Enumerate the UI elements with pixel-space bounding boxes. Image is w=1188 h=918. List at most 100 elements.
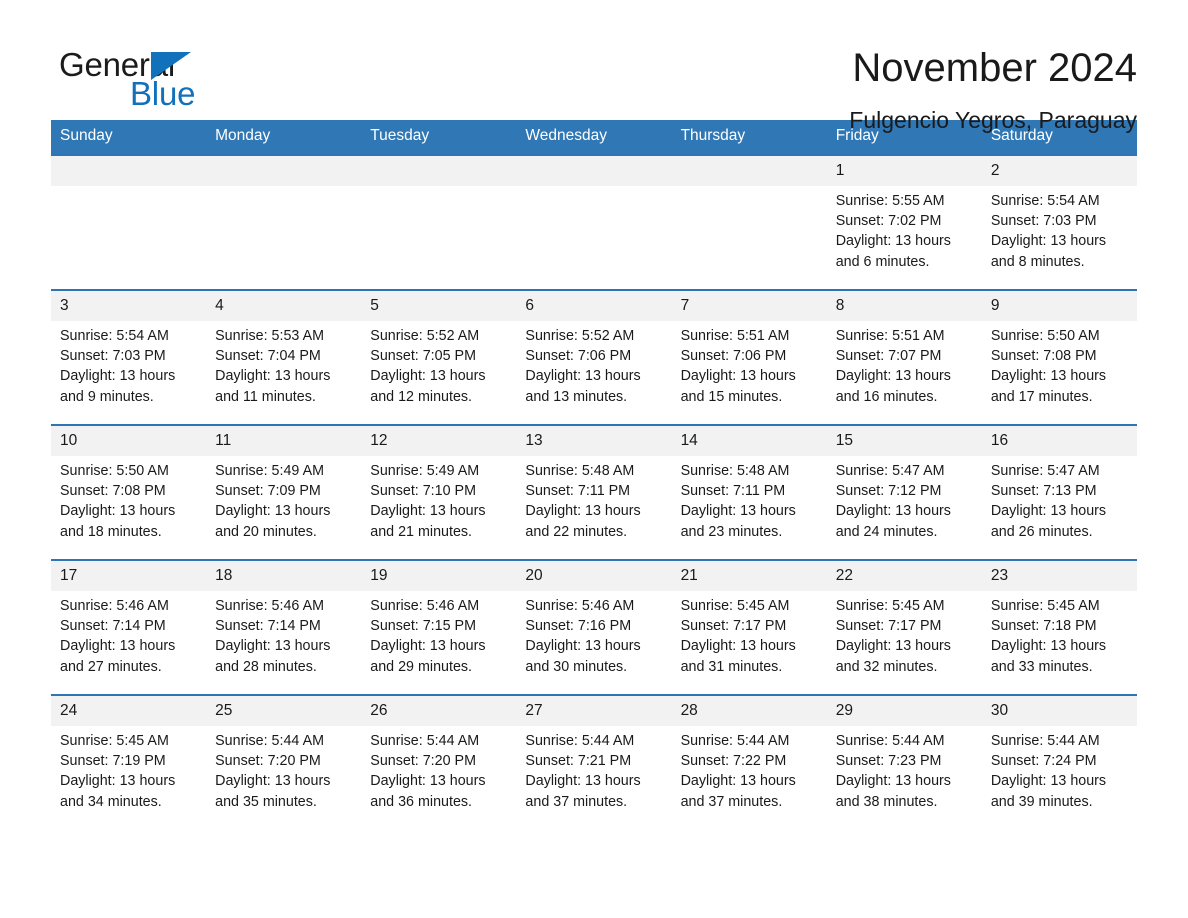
day-detail-line: Sunset: 7:22 PM [680, 753, 787, 770]
day-detail-line: Daylight: 13 hours [990, 638, 1107, 655]
calendar-day-cell[interactable]: 16 Sunrise: 5:47 AM Sunset: 7:13 PM Dayligh… [981, 423, 1137, 560]
calendar-day-cell[interactable]: 9 Sunrise: 5:50 AM Sunset: 7:08 PM Daylight… [981, 288, 1137, 425]
day-detail-line: Sunset: 7:06 PM [680, 348, 787, 365]
calendar-day-cell[interactable]: 28 Sunrise: 5:44 AM Sunset: 7:22 PM Dayligh… [671, 693, 827, 830]
calendar-day-cell[interactable]: 7 Sunrise: 5:51 AM Sunset: 7:06 PM Daylight… [671, 288, 827, 425]
day-detail-line: Sunset: 7:19 PM [60, 753, 166, 770]
day-detail-line: and 26 minutes. [990, 523, 1093, 540]
day-details: Sunrise: 5:46 AM Sunset: 7:16 PM Daylight:… [516, 591, 671, 677]
calendar-day-cell[interactable]: 11 Sunrise: 5:49 AM Sunset: 7:09 PM Dayligh… [206, 423, 362, 560]
day-detail-line: Daylight: 13 hours [60, 503, 176, 520]
day-detail-line: and 13 minutes. [525, 388, 628, 405]
calendar-day-cell[interactable]: 27 Sunrise: 5:44 AM Sunset: 7:21 PM Dayligh… [516, 693, 672, 830]
calendar-day-cell[interactable]: 18 Sunrise: 5:46 AM Sunset: 7:14 PM Dayligh… [206, 558, 362, 695]
day-detail-line: Sunset: 7:06 PM [525, 348, 632, 365]
calendar-day-cell[interactable]: 12 Sunrise: 5:49 AM Sunset: 7:10 PM Dayligh… [361, 423, 517, 560]
day-number: 10 [51, 425, 207, 456]
day-detail-line: Sunrise: 5:50 AM [990, 327, 1100, 344]
day-detail-line: Daylight: 13 hours [835, 503, 951, 520]
calendar-page: General Blue November 2024 Fulgencio Yeg… [0, 0, 1188, 918]
day-detail-line: Daylight: 13 hours [990, 368, 1107, 385]
calendar-day-cell[interactable]: 4 Sunrise: 5:53 AM Sunset: 7:04 PM Daylight… [206, 288, 362, 425]
day-number: 25 [206, 695, 362, 726]
day-detail-line: Daylight: 13 hours [215, 503, 331, 520]
calendar-day-cell[interactable]: 26 Sunrise: 5:44 AM Sunset: 7:20 PM Dayligh… [361, 693, 517, 830]
day-number: 6 [516, 290, 672, 321]
day-number: 14 [671, 425, 827, 456]
calendar-day-cell[interactable]: 15 Sunrise: 5:47 AM Sunset: 7:12 PM Dayligh… [826, 423, 982, 560]
day-number: 2 [981, 155, 1137, 186]
day-detail-line: Sunset: 7:11 PM [525, 483, 631, 500]
calendar-empty-cell [206, 153, 362, 290]
day-details: Sunrise: 5:46 AM Sunset: 7:14 PM Daylight:… [51, 591, 206, 677]
day-number: 11 [206, 425, 362, 456]
day-detail-line: Sunset: 7:12 PM [835, 483, 942, 500]
day-detail-line: and 31 minutes. [680, 658, 783, 675]
calendar-day-cell[interactable]: 10 Sunrise: 5:50 AM Sunset: 7:08 PM Dayligh… [51, 423, 207, 560]
day-detail-line: and 23 minutes. [680, 523, 783, 540]
day-detail-line: Sunset: 7:05 PM [370, 348, 476, 365]
day-detail-line: Sunrise: 5:46 AM [215, 597, 325, 614]
general-blue-logo[interactable]: General Blue [51, 44, 251, 116]
calendar-day-cell[interactable]: 13 Sunrise: 5:48 AM Sunset: 7:11 PM Dayligh… [516, 423, 672, 560]
day-details: Sunrise: 5:49 AM Sunset: 7:10 PM Daylight:… [361, 456, 516, 542]
day-detail-line: Sunrise: 5:49 AM [215, 462, 325, 479]
calendar-empty-cell [516, 153, 672, 290]
calendar-day-cell[interactable]: 29 Sunrise: 5:44 AM Sunset: 7:23 PM Dayligh… [826, 693, 982, 830]
day-detail-line: Sunrise: 5:44 AM [990, 732, 1100, 749]
day-detail-line: Sunrise: 5:47 AM [835, 462, 945, 479]
weekday-header-monday: Monday [206, 120, 362, 155]
calendar-day-cell[interactable]: 5 Sunrise: 5:52 AM Sunset: 7:05 PM Daylight… [361, 288, 517, 425]
calendar-day-cell[interactable]: 1 Sunrise: 5:55 AM Sunset: 7:02 PM Daylight… [826, 153, 982, 290]
day-details: Sunrise: 5:44 AM Sunset: 7:20 PM Daylight:… [361, 726, 516, 812]
calendar-day-cell[interactable]: 23 Sunrise: 5:45 AM Sunset: 7:18 PM Dayligh… [981, 558, 1137, 695]
calendar-day-cell[interactable]: 25 Sunrise: 5:44 AM Sunset: 7:20 PM Dayligh… [206, 693, 362, 830]
calendar-day-cell[interactable]: 22 Sunrise: 5:45 AM Sunset: 7:17 PM Dayligh… [826, 558, 982, 695]
day-detail-line: Sunset: 7:23 PM [835, 753, 942, 770]
calendar-week-row: 24 Sunrise: 5:45 AM Sunset: 7:19 PM Dayligh… [51, 693, 1137, 830]
day-detail-line: Sunrise: 5:48 AM [680, 462, 790, 479]
calendar-day-cell[interactable]: 17 Sunrise: 5:46 AM Sunset: 7:14 PM Dayligh… [51, 558, 207, 695]
calendar-day-cell[interactable]: 14 Sunrise: 5:48 AM Sunset: 7:11 PM Dayligh… [671, 423, 827, 560]
calendar-day-cell[interactable]: 19 Sunrise: 5:46 AM Sunset: 7:15 PM Dayligh… [361, 558, 517, 695]
day-detail-line: Daylight: 13 hours [370, 773, 486, 790]
logo-text-blue: Blue [130, 75, 196, 112]
day-number: 16 [981, 425, 1137, 456]
day-detail-line: Sunset: 7:10 PM [370, 483, 476, 500]
title-block: November 2024 Fulgencio Yegros, Paraguay [849, 44, 1137, 134]
day-number [516, 155, 672, 186]
calendar-day-cell[interactable]: 8 Sunrise: 5:51 AM Sunset: 7:07 PM Daylight… [826, 288, 982, 425]
calendar-day-cell[interactable]: 21 Sunrise: 5:45 AM Sunset: 7:17 PM Dayligh… [671, 558, 827, 695]
day-detail-line: Daylight: 13 hours [525, 368, 641, 385]
day-details: Sunrise: 5:55 AM Sunset: 7:02 PM Daylight:… [827, 186, 982, 272]
day-detail-line: Sunrise: 5:52 AM [525, 327, 635, 344]
day-detail-line: Sunrise: 5:53 AM [215, 327, 325, 344]
day-detail-line: Sunrise: 5:51 AM [680, 327, 790, 344]
calendar-day-cell[interactable]: 20 Sunrise: 5:46 AM Sunset: 7:16 PM Dayligh… [516, 558, 672, 695]
calendar-day-cell[interactable]: 6 Sunrise: 5:52 AM Sunset: 7:06 PM Daylight… [516, 288, 672, 425]
day-detail-line: Sunset: 7:03 PM [990, 213, 1097, 230]
day-detail-line: and 37 minutes. [680, 793, 783, 810]
day-detail-line: Daylight: 13 hours [835, 368, 951, 385]
day-number: 8 [826, 290, 982, 321]
day-detail-line: Daylight: 13 hours [680, 503, 796, 520]
day-details: Sunrise: 5:45 AM Sunset: 7:17 PM Daylight:… [827, 591, 982, 677]
weekday-header-sunday: Sunday [51, 120, 207, 155]
day-detail-line: Daylight: 13 hours [215, 773, 331, 790]
day-detail-line: Sunrise: 5:44 AM [215, 732, 325, 749]
calendar-day-cell[interactable]: 30 Sunrise: 5:44 AM Sunset: 7:24 PM Dayligh… [981, 693, 1137, 830]
day-detail-line: Sunrise: 5:46 AM [60, 597, 169, 614]
day-detail-line: and 18 minutes. [60, 523, 162, 540]
day-detail-line: Daylight: 13 hours [990, 233, 1107, 250]
day-detail-line: Daylight: 13 hours [370, 368, 486, 385]
weekday-header-wednesday: Wednesday [516, 120, 672, 155]
calendar-day-cell[interactable]: 24 Sunrise: 5:45 AM Sunset: 7:19 PM Dayligh… [51, 693, 207, 830]
day-detail-line: Sunrise: 5:44 AM [680, 732, 790, 749]
calendar-day-cell[interactable]: 3 Sunrise: 5:54 AM Sunset: 7:03 PM Daylight… [51, 288, 207, 425]
day-detail-line: and 6 minutes. [835, 253, 930, 270]
day-detail-line: Sunset: 7:18 PM [990, 618, 1097, 635]
day-number: 12 [361, 425, 517, 456]
weekday-header-tuesday: Tuesday [361, 120, 517, 155]
calendar-day-cell[interactable]: 2 Sunrise: 5:54 AM Sunset: 7:03 PM Daylight… [981, 153, 1137, 290]
day-detail-line: Sunrise: 5:48 AM [525, 462, 635, 479]
